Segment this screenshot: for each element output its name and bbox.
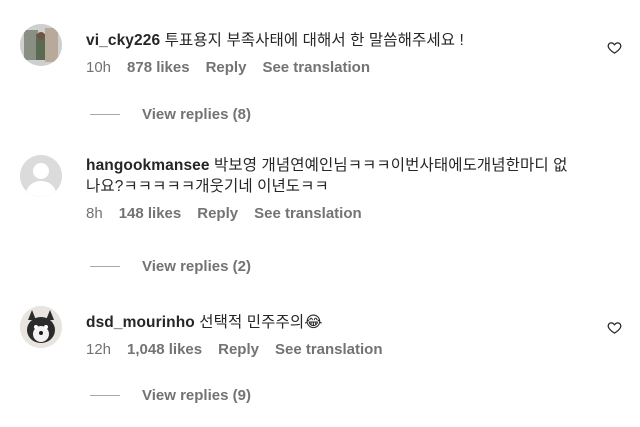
divider-line bbox=[90, 266, 120, 267]
comment-meta: 12h 1,048 likes Reply See translation bbox=[86, 341, 580, 358]
see-translation-link[interactable]: See translation bbox=[275, 341, 383, 358]
comment-text: hangookmansee 박보영 개념연예인님ㅋㅋㅋ이번사태에도개념한마디 없… bbox=[86, 155, 580, 197]
view-replies-label[interactable]: View replies (8) bbox=[142, 106, 251, 123]
dog-avatar-icon bbox=[20, 306, 62, 348]
comment-username[interactable]: vi_cky226 bbox=[86, 32, 160, 49]
divider-line bbox=[90, 114, 120, 115]
reply-button[interactable]: Reply bbox=[206, 59, 247, 76]
comment-time: 12h bbox=[86, 341, 112, 358]
likes-count[interactable]: 148 likes bbox=[119, 205, 182, 222]
view-replies[interactable]: View replies (9) bbox=[90, 387, 251, 404]
comment-text: dsd_mourinho 선택적 민주주의😂 bbox=[86, 312, 580, 333]
likes-count[interactable]: 1,048 likes bbox=[127, 341, 202, 358]
comment-content: 선택적 민주주의😂 bbox=[199, 314, 323, 331]
comment-content: 투표용지 부족사태에 대해서 한 말씀해주세요 ! bbox=[164, 32, 464, 49]
heart-icon[interactable] bbox=[607, 40, 622, 55]
comment-meta: 8h 148 likes Reply See translation bbox=[86, 205, 580, 222]
view-replies[interactable]: View replies (2) bbox=[90, 258, 251, 275]
default-user-icon bbox=[20, 155, 62, 197]
reply-button[interactable]: Reply bbox=[197, 205, 238, 222]
view-replies[interactable]: View replies (8) bbox=[90, 106, 251, 123]
see-translation-link[interactable]: See translation bbox=[254, 205, 362, 222]
comment-time: 8h bbox=[86, 205, 103, 222]
avatar-photo-icon bbox=[20, 24, 62, 66]
comment-username[interactable]: hangookmansee bbox=[86, 157, 210, 174]
comment-time: 10h bbox=[86, 59, 112, 76]
avatar[interactable] bbox=[20, 24, 62, 66]
heart-icon[interactable] bbox=[607, 320, 622, 335]
see-translation-link[interactable]: See translation bbox=[262, 59, 370, 76]
avatar[interactable] bbox=[20, 155, 62, 197]
comment-meta: 10h 878 likes Reply See translation bbox=[86, 59, 580, 76]
comment-text: vi_cky226 투표용지 부족사태에 대해서 한 말씀해주세요 ! bbox=[86, 30, 580, 51]
view-replies-label[interactable]: View replies (2) bbox=[142, 258, 251, 275]
view-replies-label[interactable]: View replies (9) bbox=[142, 387, 251, 404]
reply-button[interactable]: Reply bbox=[218, 341, 259, 358]
divider-line bbox=[90, 395, 120, 396]
likes-count[interactable]: 878 likes bbox=[127, 59, 190, 76]
avatar[interactable] bbox=[20, 306, 62, 348]
comment-username[interactable]: dsd_mourinho bbox=[86, 314, 195, 331]
